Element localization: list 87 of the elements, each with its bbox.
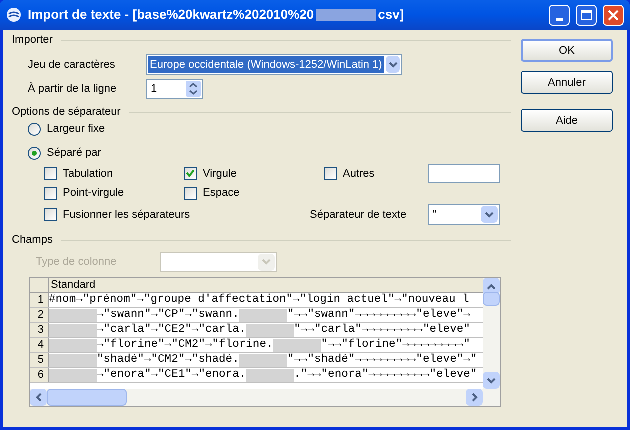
scroll-thumb[interactable]: [47, 389, 127, 406]
title-text: csv]: [378, 8, 404, 22]
group-heading: Champs: [12, 233, 53, 247]
redacted-block: [239, 354, 288, 366]
radio-label[interactable]: Largeur fixe: [47, 122, 106, 136]
redacted-block: [316, 9, 376, 21]
line-spinbox[interactable]: 1: [146, 79, 203, 99]
group-heading: Importer: [12, 33, 53, 47]
chevron-up-icon: [487, 284, 496, 290]
row-number: 5: [30, 353, 49, 367]
redacted-block: [49, 338, 97, 352]
row-number: 2: [30, 308, 49, 322]
spinbox-value: 1: [151, 82, 158, 96]
redacted-block: [273, 338, 322, 352]
horizontal-scrollbar[interactable]: [30, 389, 500, 406]
checkbox-label[interactable]: Espace: [203, 186, 240, 200]
row-text: "→→"swann"→→→→→→→→→"eleve"→: [287, 308, 470, 322]
row-text: →"enora"→"CE1"→"enora.: [97, 368, 246, 382]
chevron-left-icon: [36, 393, 42, 402]
dropdown-value: Europe occidentale (Windows-1252/WinLatin 1): [148, 56, 384, 73]
chevron-down-icon: [487, 378, 496, 384]
dropdown-arrow-button[interactable]: [481, 206, 498, 223]
radio-button[interactable]: [28, 122, 41, 136]
field-label: Type de colonne: [36, 255, 118, 269]
chevron-right-icon: [472, 393, 478, 402]
row-text: #nom→"prénom"→"groupe d'affectation"→"login actuel"→"nouveau l: [49, 293, 470, 307]
other-separator-field[interactable]: [428, 164, 500, 183]
row-text: ."→→"enora"→→→→→→→→→"eleve": [294, 368, 478, 382]
row-text: "→→"shadé"→→→→→→→→→"eleve"→": [287, 353, 478, 367]
minimize-button[interactable]: [549, 4, 570, 26]
dropdown-value: ": [433, 208, 438, 222]
redacted-block: [49, 354, 97, 366]
title-text: Import de texte - [base%20kwartz%202010%20: [28, 8, 314, 22]
checkbox[interactable]: [324, 167, 337, 180]
redacted-block: [239, 308, 288, 322]
row-text: →"carla"→"CE2"→"carla.: [97, 323, 246, 337]
field-label: À partir de la ligne: [28, 82, 118, 96]
row-number: 3: [30, 323, 49, 337]
row-text: →"florine"→"CM2"→"florine.: [97, 338, 274, 352]
scroll-down-button[interactable]: [483, 372, 500, 389]
charset-dropdown[interactable]: Europe occidentale (Windows-1252/WinLatin 1): [146, 54, 402, 75]
row-number: 4: [30, 338, 49, 352]
checkbox-label[interactable]: Tabulation: [63, 166, 114, 180]
group-heading: Options de séparateur: [12, 105, 121, 119]
checkbox[interactable]: [44, 167, 57, 180]
maximize-button[interactable]: [576, 4, 597, 26]
field-label: Jeu de caractères: [28, 58, 116, 72]
radio-button[interactable]: [28, 146, 41, 160]
redacted-block: [49, 324, 97, 336]
redacted-block: [49, 368, 97, 382]
text-separator-dropdown[interactable]: ": [428, 204, 500, 225]
chevron-down-icon: [388, 62, 398, 68]
dropdown-arrow-button[interactable]: [386, 56, 400, 73]
redacted-block: [246, 368, 294, 382]
scroll-left-button[interactable]: [30, 389, 47, 406]
app-icon: [6, 7, 22, 23]
checkbox-label[interactable]: Point-virgule: [63, 186, 124, 200]
row-number: 1: [30, 293, 49, 307]
close-button[interactable]: [603, 4, 624, 26]
check-icon: [186, 169, 195, 178]
row-text: →"swann"→"CP"→"swann.: [97, 308, 240, 322]
row-text: "→→"florine"→→→→→→→→→": [321, 338, 470, 352]
spin-arrows-icon[interactable]: [186, 81, 201, 97]
column-header[interactable]: Standard: [49, 278, 96, 292]
dialog-button[interactable]: OK: [521, 39, 613, 62]
checkbox-label[interactable]: Fusionner les séparateurs: [63, 208, 190, 222]
dialog-button[interactable]: Annuler: [521, 71, 613, 94]
redacted-block: [49, 308, 97, 322]
checkbox[interactable]: [44, 208, 57, 221]
scroll-thumb[interactable]: [483, 292, 500, 306]
row-text: "shadé"→"CM2"→"shadé.: [97, 353, 240, 367]
checkbox-label[interactable]: Virgule: [203, 166, 238, 180]
checkbox-label[interactable]: Autres: [343, 166, 375, 180]
dialog-button[interactable]: Aide: [521, 109, 613, 132]
redacted-block: [246, 324, 294, 336]
checkbox[interactable]: [184, 167, 197, 180]
chevron-down-icon: [485, 212, 494, 218]
row-text: "→→"carla"→→→→→→→→→"eleve": [294, 323, 470, 337]
row-number: 6: [30, 368, 49, 382]
field-label: Séparateur de texte: [310, 208, 408, 222]
radio-label[interactable]: Séparé par: [47, 146, 102, 160]
checkbox[interactable]: [184, 186, 197, 200]
close-icon: [608, 10, 619, 20]
chevron-down-icon: [262, 259, 271, 265]
vertical-scrollbar[interactable]: [483, 278, 500, 389]
checkbox[interactable]: [44, 186, 57, 200]
scroll-right-button[interactable]: [466, 389, 483, 406]
